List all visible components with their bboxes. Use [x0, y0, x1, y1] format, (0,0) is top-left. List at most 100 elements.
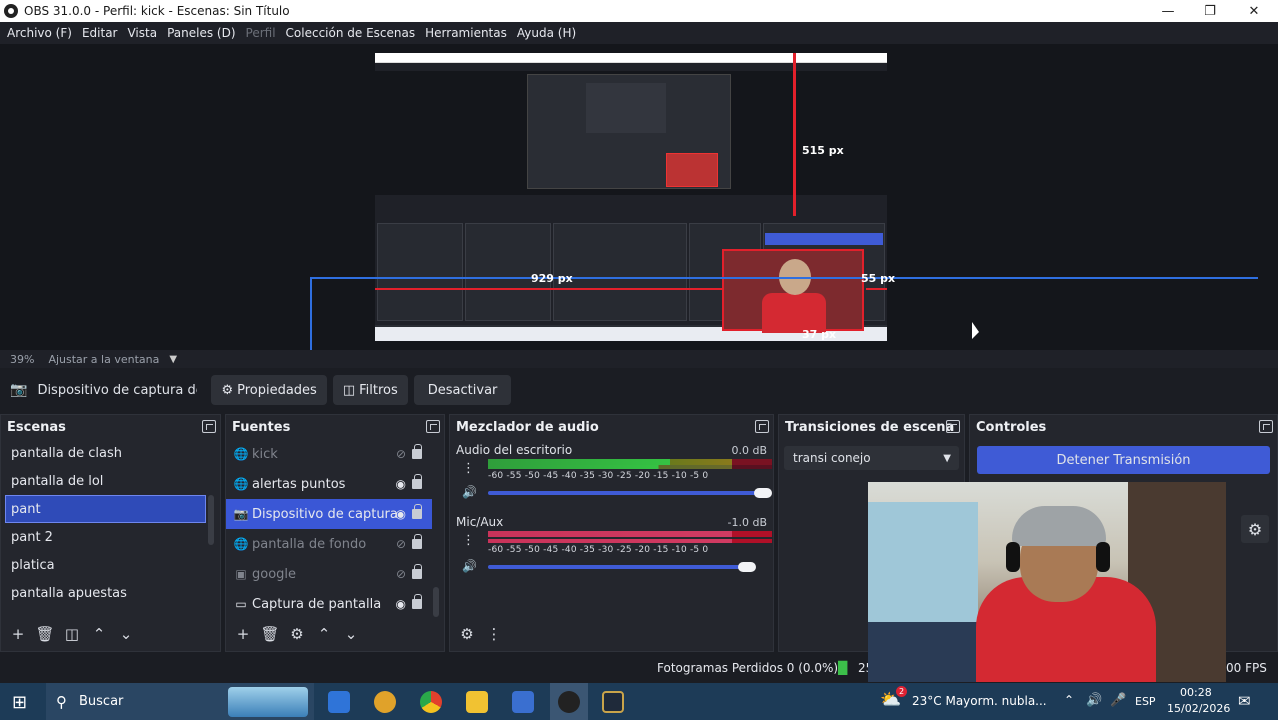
- chrome-icon[interactable]: [420, 691, 442, 713]
- properties-button[interactable]: ⚙ Propiedades: [211, 375, 327, 405]
- menu-ayuda[interactable]: Ayuda (H): [512, 26, 581, 40]
- gear-icon: ⚙: [221, 382, 234, 398]
- volume-slider[interactable]: [488, 491, 770, 495]
- scene-item[interactable]: pantalla apuestas: [1, 579, 220, 607]
- scene-item[interactable]: pantalla de clash: [1, 439, 220, 467]
- volume-slider-thumb[interactable]: [754, 488, 772, 498]
- lock-icon[interactable]: [412, 474, 422, 489]
- achievement-app-icon[interactable]: [374, 691, 396, 713]
- move-down-icon[interactable]: ⌄: [340, 623, 362, 645]
- source-item[interactable]: 🌐 kick ⊘: [226, 439, 444, 469]
- obs-taskbar-active[interactable]: [550, 683, 588, 720]
- filters-button[interactable]: ◫ Filtros: [332, 375, 408, 405]
- undock-icon[interactable]: [202, 420, 216, 433]
- speaker-icon[interactable]: 🔊: [462, 485, 477, 499]
- add-icon[interactable]: +: [232, 623, 254, 645]
- advanced-audio-icon[interactable]: ⚙: [456, 623, 478, 645]
- eye-hidden-icon[interactable]: ⊘: [396, 567, 406, 581]
- undock-icon[interactable]: [1259, 420, 1273, 433]
- weather-text[interactable]: 23°C Mayorm. nubla...: [912, 694, 1047, 708]
- webcam-source-box[interactable]: [722, 249, 864, 333]
- menu-vista[interactable]: Vista: [122, 26, 162, 40]
- more-icon[interactable]: ⋮: [462, 461, 475, 476]
- eye-icon[interactable]: ◉: [396, 507, 406, 521]
- clock-date[interactable]: 15/02/2026: [1167, 702, 1230, 715]
- eye-hidden-icon[interactable]: ⊘: [396, 537, 406, 551]
- volume-slider[interactable]: [488, 565, 754, 569]
- filters-label: Filtros: [359, 382, 398, 398]
- more-icon[interactable]: ⋮: [483, 623, 505, 645]
- filter-icon: ◫: [342, 382, 356, 398]
- speaker-icon[interactable]: 🔊: [462, 559, 477, 573]
- menu-paneles[interactable]: Paneles (D): [162, 26, 240, 40]
- source-item[interactable]: 🌐 pantalla de fondo ⊘: [226, 529, 444, 559]
- sources-scrollbar[interactable]: [433, 587, 439, 617]
- microsoft-store-icon[interactable]: [512, 691, 534, 713]
- transition-select[interactable]: transi conejo ▼: [784, 446, 959, 470]
- mixer-channel: Audio del escritorio 0.0 dB ⋮ -60 -55 -5…: [456, 439, 772, 511]
- sources-dock: Fuentes 🌐 kick ⊘ 🌐 alertas puntos ◉ 📷 Disposi…: [225, 414, 445, 652]
- eye-icon[interactable]: ◉: [396, 597, 406, 611]
- add-icon[interactable]: +: [7, 623, 29, 645]
- lock-icon[interactable]: [412, 444, 422, 459]
- move-up-icon[interactable]: ⌃: [313, 623, 335, 645]
- move-up-icon[interactable]: ⌃: [88, 623, 110, 645]
- undock-icon[interactable]: [946, 420, 960, 433]
- source-toolbar: 📷 Dispositivo de captura de v ⚙Propiedad…: [0, 371, 1278, 409]
- source-item[interactable]: ▭ Captura de pantalla ◉: [226, 589, 444, 619]
- menu-herramientas[interactable]: Herramientas: [420, 26, 512, 40]
- eye-icon[interactable]: ◉: [396, 477, 406, 491]
- more-icon[interactable]: ⋮: [462, 533, 475, 548]
- source-item-selected[interactable]: 📷 Dispositivo de captura ◉: [226, 499, 432, 529]
- scene-item[interactable]: pant 2: [1, 523, 220, 551]
- close-icon[interactable]: ✕: [1234, 0, 1274, 22]
- lock-icon[interactable]: [412, 534, 422, 549]
- taskbar-search[interactable]: ⚲ Buscar: [46, 683, 314, 720]
- fit-window-label[interactable]: Ajustar a la ventana: [48, 353, 159, 366]
- chevron-down-icon: ▼: [943, 452, 951, 464]
- trash-icon[interactable]: 🗑: [34, 623, 56, 645]
- scene-item[interactable]: platica: [1, 551, 220, 579]
- outlook-icon[interactable]: [328, 691, 350, 713]
- language-indicator[interactable]: ESP: [1135, 695, 1156, 708]
- windows-start-icon[interactable]: ⊞: [12, 692, 27, 713]
- restore-icon[interactable]: ❐: [1190, 0, 1230, 22]
- notifications-icon[interactable]: ✉: [1238, 692, 1251, 710]
- menu-perfil[interactable]: Perfil: [241, 26, 281, 40]
- gear-icon[interactable]: ⚙: [286, 623, 308, 645]
- clock-time[interactable]: 00:28: [1180, 686, 1212, 699]
- lock-icon[interactable]: [412, 594, 422, 609]
- source-item[interactable]: ▣ google ⊘: [226, 559, 444, 589]
- undock-icon[interactable]: [755, 420, 769, 433]
- menu-editar[interactable]: Editar: [77, 26, 123, 40]
- source-item[interactable]: 🌐 alertas puntos ◉: [226, 469, 444, 499]
- eye-hidden-icon[interactable]: ⊘: [396, 447, 406, 461]
- scene-item[interactable]: pantalla de lol: [1, 467, 220, 495]
- volume-slider-thumb[interactable]: [738, 562, 756, 572]
- trash-icon[interactable]: 🗑: [259, 623, 281, 645]
- volume-icon[interactable]: 🔊: [1086, 693, 1102, 708]
- preview-canvas[interactable]: 515 px 929 px 55 px 37 px: [0, 44, 1278, 350]
- undock-icon[interactable]: [426, 420, 440, 433]
- lock-icon[interactable]: [412, 504, 422, 519]
- menu-coleccion-escenas[interactable]: Colección de Escenas: [281, 26, 421, 40]
- minimize-icon[interactable]: —: [1148, 0, 1188, 22]
- microphone-icon[interactable]: 🎤: [1110, 693, 1126, 708]
- deactivate-button[interactable]: Desactivar: [413, 375, 512, 405]
- league-client-icon[interactable]: [602, 691, 624, 713]
- gear-icon[interactable]: ⚙: [1241, 515, 1269, 543]
- filter-icon[interactable]: ◫: [61, 623, 83, 645]
- channel-db: -1.0 dB: [727, 516, 768, 529]
- scene-item-selected[interactable]: pant: [5, 495, 206, 523]
- file-explorer-icon[interactable]: [466, 691, 488, 713]
- stop-stream-button[interactable]: Detener Transmisión: [977, 446, 1270, 474]
- lock-icon[interactable]: [412, 564, 422, 579]
- webcam-overlay-image: [868, 482, 1226, 682]
- scenes-title: Escenas: [7, 419, 66, 435]
- zoom-dropdown-icon[interactable]: ▼: [169, 354, 177, 365]
- move-down-icon[interactable]: ⌄: [115, 623, 137, 645]
- show-hidden-icons-icon[interactable]: ⌃: [1064, 693, 1074, 707]
- preview-output: [375, 53, 887, 341]
- scenes-scrollbar[interactable]: [208, 495, 214, 545]
- menu-archivo[interactable]: Archivo (F): [2, 26, 77, 40]
